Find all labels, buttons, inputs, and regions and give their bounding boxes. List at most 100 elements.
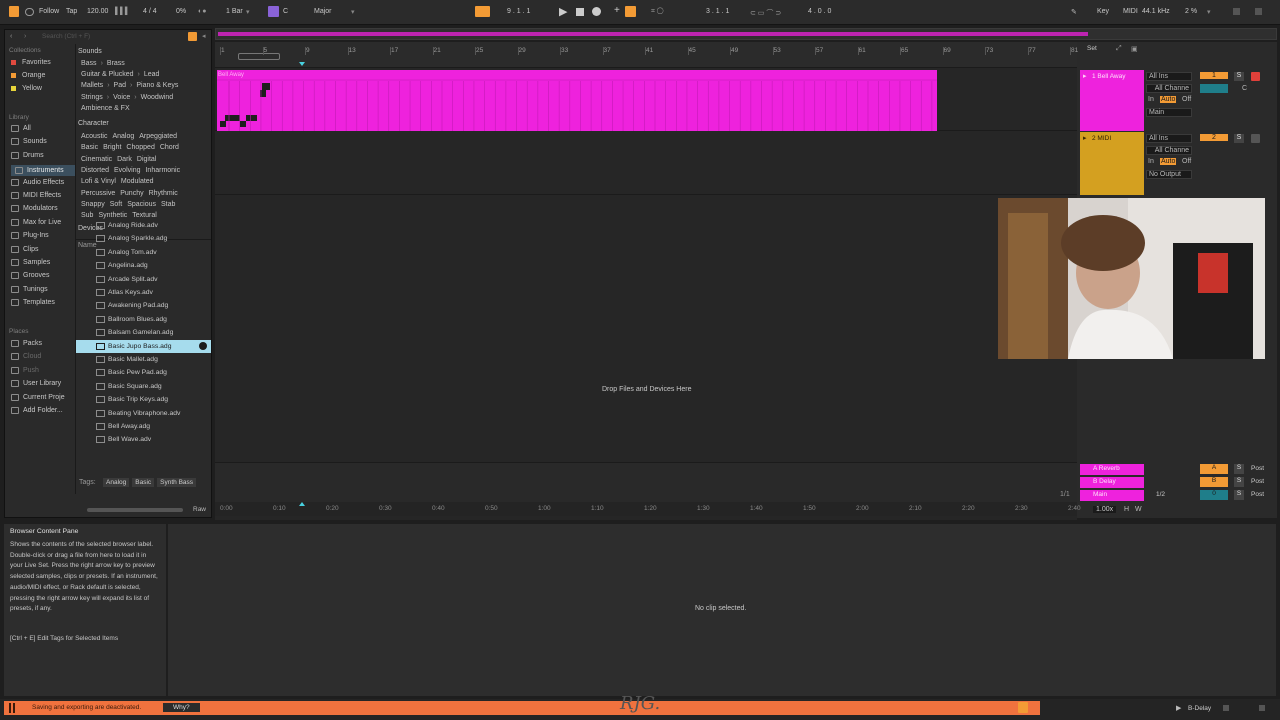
track-header[interactable]: ▸ 2 MIDI All Ins All Channe In Auto Off … [1080, 132, 1276, 195]
main-zoom-field[interactable]: 1.00x [1093, 506, 1117, 513]
punch-icons[interactable]: ⊂ ▭ ⌒ ⊃ [750, 8, 781, 18]
character-tag[interactable]: Punchy [119, 190, 144, 197]
output-select[interactable]: Main [1146, 108, 1192, 117]
library-item[interactable]: Clips [11, 245, 39, 253]
browser-item[interactable]: Basic Square.adg [76, 380, 211, 393]
nudge-icon[interactable]: ▌▌▌ [115, 8, 130, 15]
sounds-tag[interactable]: Strings [80, 94, 104, 101]
return-track-name[interactable]: Main [1093, 491, 1107, 498]
raw-button[interactable]: Raw [193, 506, 206, 513]
character-tag[interactable]: Lofi & Vinyl [80, 178, 117, 185]
arrangement-overview[interactable] [215, 28, 1277, 40]
monitor-in-button[interactable]: In [1148, 158, 1154, 165]
library-item[interactable]: Templates [11, 299, 55, 307]
capture-icon[interactable]: ⌗ ◯ [651, 8, 663, 16]
hot-swap-icon[interactable] [199, 342, 207, 351]
input-channel-select[interactable]: All Channe [1146, 84, 1192, 93]
browser-item[interactable]: Atlas Keys.adv [76, 286, 211, 299]
browser-item[interactable]: Bell Away.adg [76, 420, 211, 433]
return-track-header[interactable]: B Delay B S Post [1080, 477, 1276, 489]
arm-button[interactable] [1251, 72, 1260, 81]
input-type-select[interactable]: All Ins [1146, 72, 1192, 81]
character-tag[interactable]: Acoustic [80, 133, 108, 140]
sounds-tag[interactable]: Brass [106, 60, 126, 67]
sounds-tag[interactable]: Guitar & Plucked [80, 71, 135, 78]
place-item[interactable]: Add Folder... [11, 407, 63, 414]
monitor-auto-button[interactable]: Auto [1160, 96, 1177, 103]
browser-item[interactable]: Ballroom Blues.adg [76, 313, 211, 326]
track-header[interactable]: ▸ 1 Bell Away All Ins All Channe In Auto… [1080, 70, 1276, 131]
sounds-tag[interactable]: Woodwind [140, 94, 175, 101]
output-select[interactable]: No Output [1146, 170, 1192, 179]
main-output-select[interactable]: 1/2 [1156, 491, 1165, 498]
quantize-select[interactable]: 1 Bar [226, 8, 243, 15]
character-tag[interactable]: Spacious [126, 201, 157, 208]
place-item[interactable]: Packs [11, 340, 42, 347]
browser-item[interactable]: Basic Mallet.adg [76, 353, 211, 366]
meter-field[interactable]: 4 / 4 [143, 8, 157, 15]
browser-item[interactable]: Analog Sparkle.adg [76, 232, 211, 245]
metronome-icon[interactable]: ◐● [198, 8, 206, 15]
library-item[interactable]: Samples [11, 259, 50, 266]
character-tag[interactable]: Snappy [80, 201, 106, 208]
character-tag[interactable]: Distorted [80, 167, 110, 174]
tag-chip[interactable]: Synth Bass [157, 478, 197, 487]
browser-item[interactable]: Analog Ride.adv [76, 219, 211, 232]
sounds-filter-title[interactable]: Sounds [78, 48, 102, 55]
scale-select[interactable]: Major [314, 8, 332, 15]
browser-item[interactable]: Bell Wave.adv [76, 433, 211, 446]
why-button[interactable]: Why? [163, 703, 200, 712]
search-input[interactable]: Search (Ctrl + F) [35, 31, 185, 42]
character-tag[interactable]: Inharmonic [144, 167, 181, 174]
loop-length-field[interactable]: 4 . 0 . 0 [808, 8, 831, 15]
fold-icon[interactable]: ▸ [1083, 72, 1087, 80]
browser-item[interactable]: Balsam Gamelan.adg [76, 326, 211, 339]
track-lane[interactable] [215, 131, 1077, 195]
library-item[interactable]: Instruments [11, 165, 75, 177]
library-item[interactable]: Modulators [11, 205, 58, 213]
character-tag[interactable]: Arpeggiated [138, 133, 178, 140]
place-item[interactable]: User Library [11, 380, 61, 388]
solo-button[interactable]: S [1234, 464, 1244, 474]
app-menu-icon[interactable] [9, 6, 19, 17]
monitor-off-button[interactable]: Off [1182, 96, 1191, 103]
alert-icon[interactable] [1018, 702, 1028, 713]
tap-tempo-button[interactable]: Tap [66, 8, 77, 15]
place-item[interactable]: Push [11, 366, 39, 374]
key-map-button[interactable]: Key [1097, 8, 1109, 15]
lock-icon[interactable]: ▣ [1131, 45, 1138, 53]
character-filter-title[interactable]: Character [78, 120, 109, 127]
track-activator[interactable]: 2 [1200, 134, 1228, 141]
character-tag[interactable]: Percussive [80, 190, 116, 197]
character-tag[interactable]: Analog [111, 133, 135, 140]
return-track-header[interactable]: Main 1/2 0 S Post [1080, 490, 1276, 502]
track-name[interactable]: 1 Bell Away [1092, 73, 1125, 80]
post-send-button[interactable]: Post [1251, 478, 1264, 485]
track-name[interactable]: 2 MIDI [1092, 135, 1111, 142]
preview-scrubber[interactable] [87, 508, 183, 512]
character-tag[interactable]: Soft [109, 201, 123, 208]
input-channel-select[interactable]: All Channe [1146, 146, 1192, 155]
browser-item[interactable]: Basic Trip Keys.adg [76, 393, 211, 406]
tempo-field[interactable]: 120.00 [87, 8, 108, 15]
collection-item[interactable]: Orange [11, 72, 45, 79]
track-activator[interactable]: 1 [1200, 72, 1228, 79]
character-tag[interactable]: Rhythmic [148, 190, 179, 197]
character-tag[interactable]: Basic [80, 144, 99, 151]
key-root-select[interactable]: C [283, 8, 288, 15]
browser-item[interactable]: Basic Pew Pad.adg [76, 366, 211, 379]
fold-icon[interactable]: ▸ [1083, 134, 1087, 142]
library-item[interactable]: Sounds [11, 138, 47, 146]
arrangement-position-button[interactable] [475, 6, 490, 17]
monitor-auto-button[interactable]: Auto [1160, 158, 1177, 165]
sounds-tag[interactable]: Lead [143, 71, 161, 78]
monitor-in-button[interactable]: In [1148, 96, 1154, 103]
pencil-icon[interactable]: ✎ [1071, 8, 1077, 16]
library-item[interactable]: Audio Effects [11, 178, 64, 186]
solo-button[interactable]: S [1234, 477, 1244, 487]
sounds-tag[interactable]: Mallets [80, 82, 104, 89]
library-item[interactable]: Grooves [11, 272, 49, 280]
library-item[interactable]: Drums [11, 151, 44, 159]
pan-value[interactable]: C [1242, 85, 1247, 92]
return-activator[interactable]: 0 [1200, 490, 1228, 500]
